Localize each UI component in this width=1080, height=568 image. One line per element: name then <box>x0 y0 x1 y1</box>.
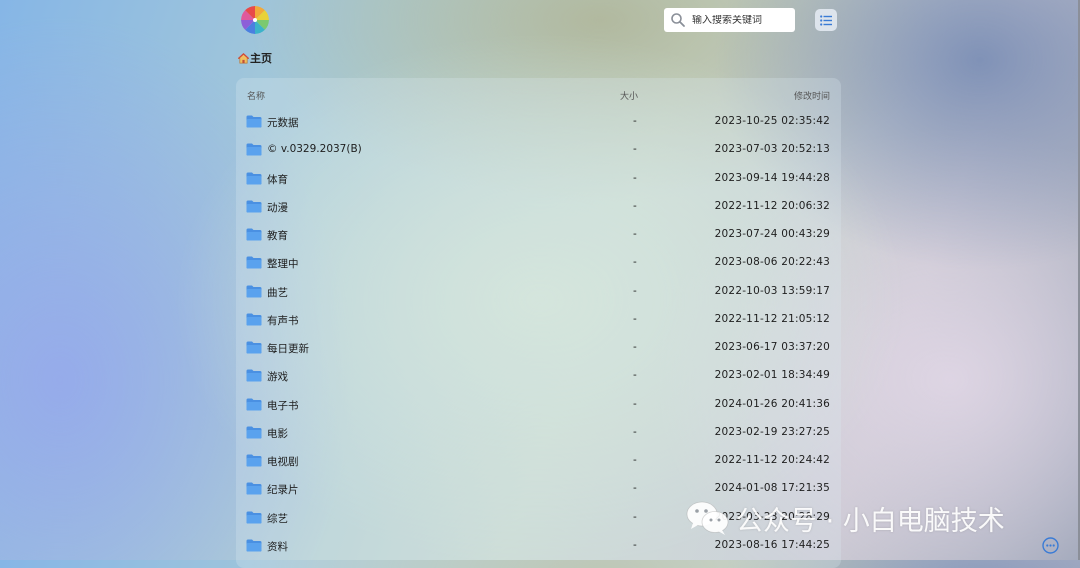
file-name[interactable]: © v.0329.2037(B) <box>267 143 362 155</box>
file-modified-time: 2023-08-16 17:44:25 <box>714 538 830 551</box>
search-box[interactable] <box>664 8 795 32</box>
folder-icon <box>246 511 262 523</box>
file-name[interactable]: 电视剧 <box>267 454 299 469</box>
file-size: - <box>633 171 637 184</box>
file-row[interactable]: 电视剧 - 2022-11-12 20:24:42 <box>236 447 841 475</box>
file-size: - <box>633 115 637 127</box>
file-name[interactable]: 动漫 <box>267 200 288 215</box>
folder-icon <box>246 228 262 241</box>
file-size: - <box>633 341 637 353</box>
file-row[interactable]: 电影 - 2023-02-19 23:27:25 <box>236 419 841 447</box>
folder-icon <box>246 313 262 326</box>
folder-icon <box>246 341 262 354</box>
file-modified-time: 2022-11-12 20:06:32 <box>714 199 830 212</box>
file-row[interactable]: 每日更新 - 2023-06-17 03:37:20 <box>236 334 841 362</box>
folder-icon <box>246 143 262 156</box>
file-modified-time: 2023-10-25 02:35:42 <box>714 115 830 127</box>
file-name[interactable]: 资料 <box>267 539 288 554</box>
folder-icon <box>246 482 262 495</box>
search-input[interactable] <box>692 14 790 26</box>
file-size: - <box>633 425 637 438</box>
file-row[interactable]: 动漫 - 2022-11-12 20:06:32 <box>236 193 841 221</box>
file-size: - <box>633 143 637 156</box>
home-icon <box>238 52 249 63</box>
file-name[interactable]: 综艺 <box>267 511 288 526</box>
file-modified-time: 2024-01-08 17:21:35 <box>714 482 830 495</box>
column-header-modified[interactable]: 修改时间 <box>794 89 830 102</box>
file-row[interactable]: 整理中 - 2023-08-06 20:22:43 <box>236 249 841 277</box>
file-name[interactable]: 电影 <box>267 426 288 441</box>
file-size: - <box>633 510 637 523</box>
folder-icon <box>246 454 262 467</box>
file-size: - <box>633 256 637 269</box>
folder-icon <box>246 172 262 184</box>
folder-icon <box>246 200 262 213</box>
file-modified-time: 2024-01-26 20:41:36 <box>714 397 830 410</box>
file-name[interactable]: 游戏 <box>267 369 288 384</box>
file-modified-time: 2022-11-12 21:05:12 <box>714 312 830 325</box>
file-size: - <box>633 369 637 382</box>
search-icon[interactable] <box>670 12 686 28</box>
more-options-icon[interactable] <box>1042 537 1059 554</box>
file-row[interactable]: 教育 - 2023-07-24 00:43:29 <box>236 221 841 249</box>
file-name[interactable]: 有声书 <box>267 313 299 328</box>
file-name[interactable]: 整理中 <box>267 256 299 271</box>
file-modified-time: 2023-07-03 20:52:13 <box>714 143 830 156</box>
file-name[interactable]: 教育 <box>267 228 288 243</box>
list-view-icon <box>820 14 832 26</box>
folder-icon <box>246 539 262 552</box>
breadcrumb[interactable]: 主页 <box>238 50 272 66</box>
file-row[interactable]: © v.0329.2037(B) - 2023-07-03 20:52:13 <box>236 136 841 164</box>
watermark-text: 公众号 · 小白电脑技术 <box>736 505 1005 537</box>
file-size: - <box>633 312 637 325</box>
folder-icon <box>246 398 262 410</box>
file-row[interactable]: 元数据 - 2023-10-25 02:35:42 <box>236 108 841 136</box>
file-modified-time: 2023-09-14 19:44:28 <box>714 171 830 184</box>
file-size: - <box>633 538 637 551</box>
file-name[interactable]: 电子书 <box>267 398 299 413</box>
folder-icon <box>246 256 262 269</box>
file-modified-time: 2023-08-06 20:22:43 <box>714 256 830 269</box>
file-row[interactable]: 电子书 - 2024-01-26 20:41:36 <box>236 391 841 419</box>
folder-icon <box>246 115 262 128</box>
file-size: - <box>633 199 637 212</box>
file-name[interactable]: 体育 <box>267 172 288 187</box>
file-modified-time: 2023-02-01 18:34:49 <box>714 369 830 382</box>
file-size: - <box>633 397 637 410</box>
breadcrumb-home-label: 主页 <box>250 52 272 65</box>
file-modified-time: 2023-07-24 00:43:29 <box>714 228 830 240</box>
view-toggle-button[interactable] <box>815 9 837 31</box>
column-header-name[interactable]: 名称 <box>247 89 265 102</box>
file-size: - <box>633 284 637 297</box>
file-row[interactable]: 体育 - 2023-09-14 19:44:28 <box>236 165 841 193</box>
folder-icon <box>246 369 262 382</box>
watermark: 公众号 · 小白电脑技术 <box>686 498 1005 538</box>
file-modified-time: 2023-06-17 03:37:20 <box>714 341 830 353</box>
file-modified-time: 2022-10-03 13:59:17 <box>714 284 830 297</box>
logo[interactable] <box>241 6 269 34</box>
file-row[interactable]: 有声书 - 2022-11-12 21:05:12 <box>236 306 841 334</box>
file-list-header: 名称 大小 修改时间 <box>236 78 841 110</box>
file-row[interactable]: 游戏 - 2023-02-01 18:34:49 <box>236 362 841 390</box>
file-modified-time: 2022-11-12 20:24:42 <box>714 454 830 466</box>
file-name[interactable]: 纪录片 <box>267 482 299 497</box>
file-row[interactable]: 曲艺 - 2022-10-03 13:59:17 <box>236 278 841 306</box>
file-list-panel: 名称 大小 修改时间 元数据 - 2023-10-25 02:35:42 © v.03… <box>236 78 841 568</box>
folder-icon <box>246 426 262 439</box>
folder-icon <box>246 285 262 297</box>
file-name[interactable]: 元数据 <box>267 115 299 130</box>
wechat-icon <box>686 501 729 535</box>
colorful-pinwheel-logo-icon <box>241 6 269 34</box>
column-header-size[interactable]: 大小 <box>620 89 638 102</box>
file-name[interactable]: 每日更新 <box>267 341 309 356</box>
file-name[interactable]: 曲艺 <box>267 285 288 300</box>
file-size: - <box>633 482 637 495</box>
file-size: - <box>633 454 637 466</box>
file-modified-time: 2023-02-19 23:27:25 <box>714 425 830 438</box>
file-size: - <box>633 228 637 240</box>
